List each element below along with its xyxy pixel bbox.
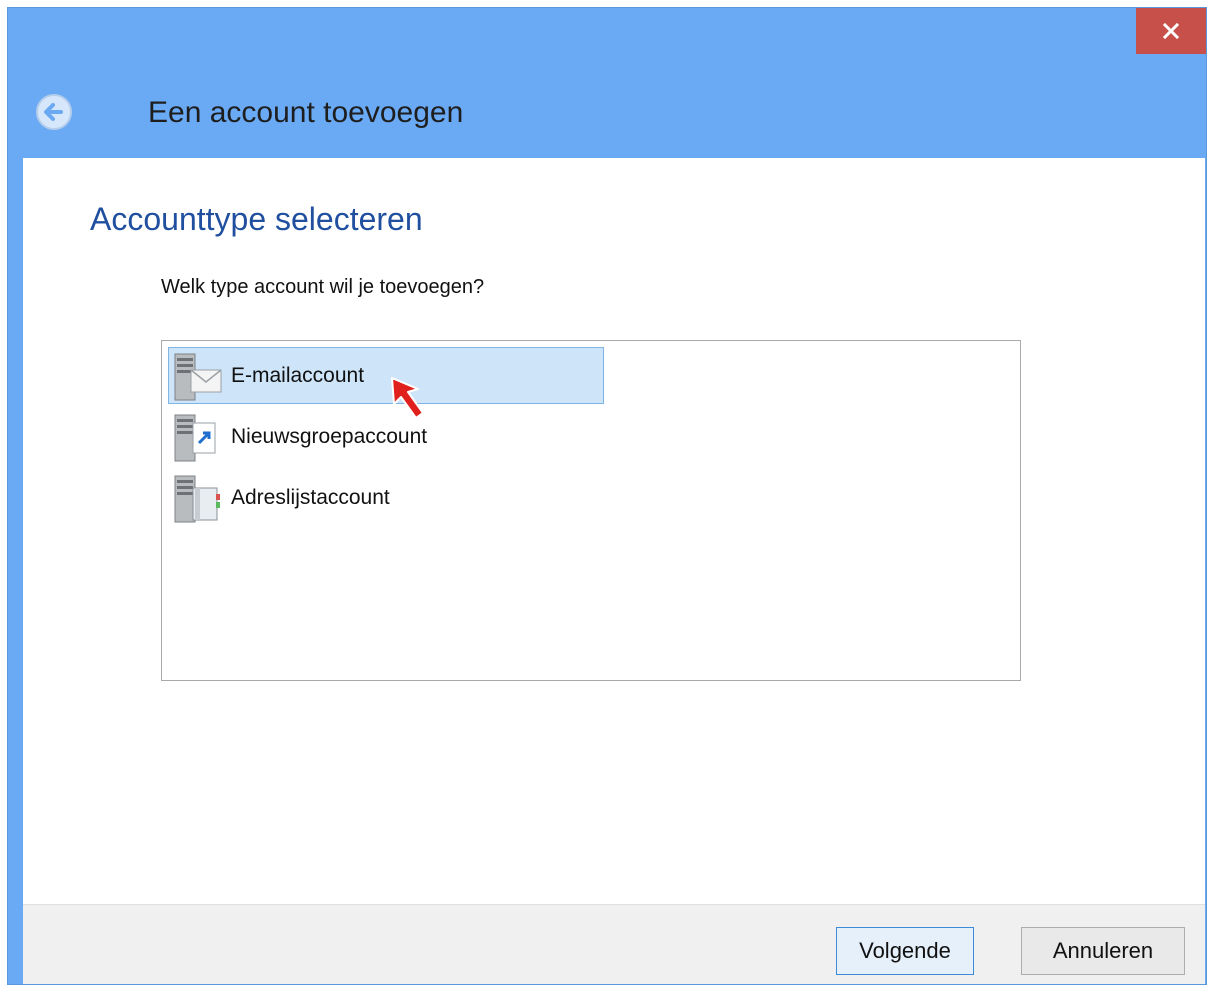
wizard-content: Accounttype selecteren Welk type account…: [23, 158, 1205, 904]
next-button[interactable]: Volgende: [836, 927, 974, 975]
account-type-list[interactable]: E-mailaccount Nieuwsgroepaccount Adresli…: [161, 340, 1021, 681]
dialog-window: Een account toevoegen Accounttype select…: [7, 7, 1207, 985]
cancel-button[interactable]: Annuleren: [1021, 927, 1185, 975]
list-item-email-account[interactable]: E-mailaccount: [168, 347, 604, 404]
question-label: Welk type account wil je toevoegen?: [161, 276, 485, 298]
list-item-address-book-account[interactable]: Adreslijstaccount: [168, 469, 604, 526]
dialog-footer: Volgende Annuleren: [23, 904, 1205, 984]
back-arrow-icon: [36, 94, 72, 130]
email-server-icon: [174, 353, 222, 400]
close-icon: [1162, 22, 1180, 40]
close-button[interactable]: [1136, 8, 1206, 54]
title-bar: Een account toevoegen: [8, 8, 1206, 158]
list-item-newsgroup-account[interactable]: Nieuwsgroepaccount: [168, 408, 604, 465]
list-item-label: E-mailaccount: [231, 363, 365, 387]
list-item-label: Nieuwsgroepaccount: [231, 424, 428, 448]
back-button[interactable]: [34, 92, 74, 132]
address-book-server-icon: [174, 475, 220, 522]
newsgroup-server-icon: [174, 414, 216, 461]
page-heading: Accounttype selecteren: [90, 201, 423, 237]
dialog-title: Een account toevoegen: [148, 96, 464, 129]
list-item-label: Adreslijstaccount: [231, 485, 390, 509]
